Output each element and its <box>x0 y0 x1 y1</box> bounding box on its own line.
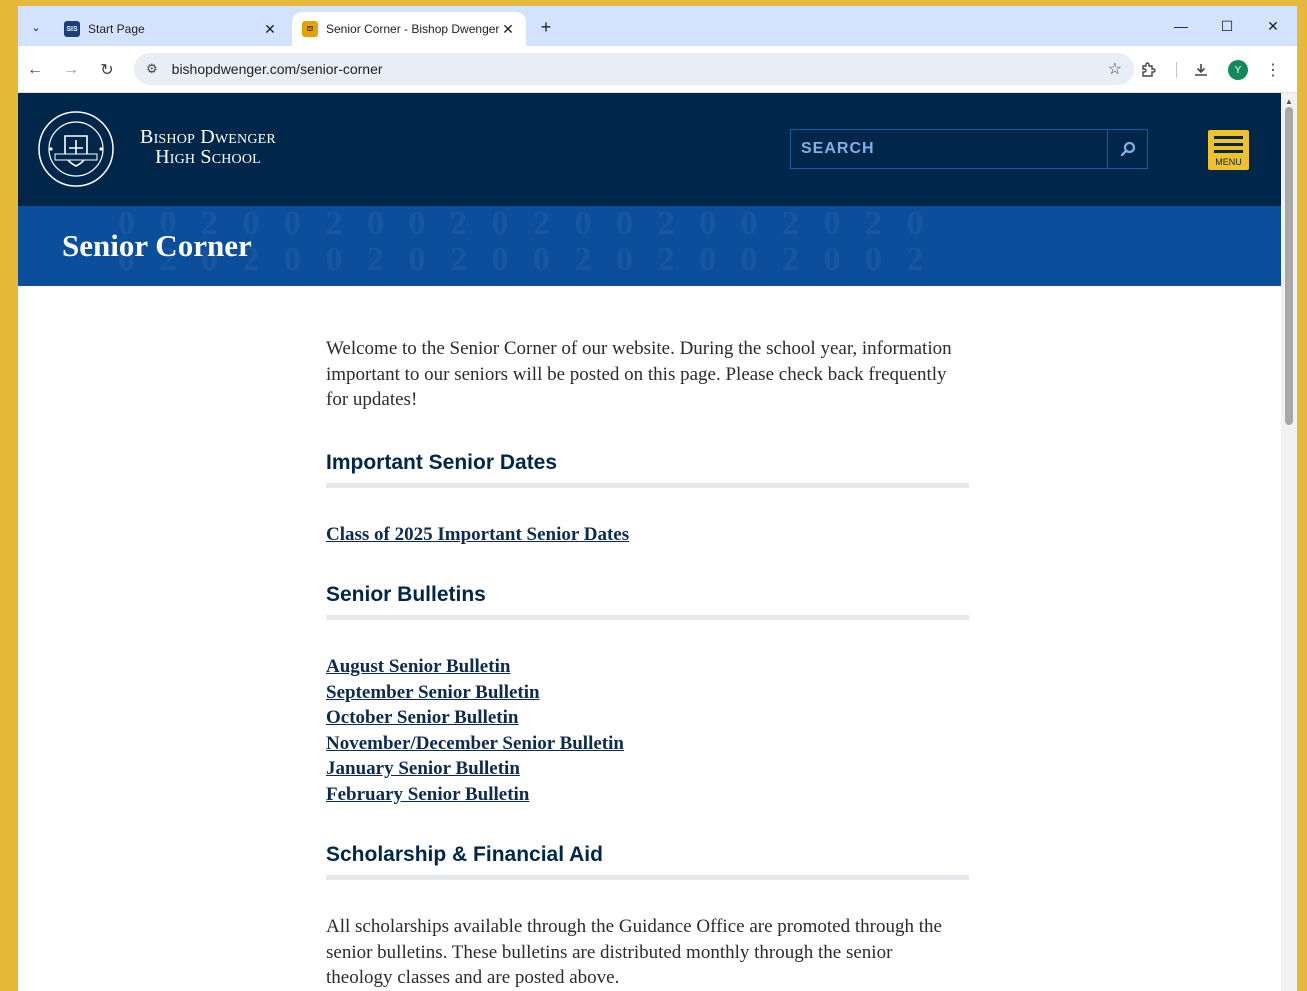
section-heading-important-dates: Important Senior Dates <box>326 451 969 488</box>
back-arrow-icon[interactable]: ← <box>22 57 48 83</box>
section-heading-senior-bulletins: Senior Bulletins <box>326 583 969 620</box>
tab-close-icon[interactable]: ✕ <box>500 21 516 38</box>
page-viewport: Bishop Dwenger High School MENU <box>18 93 1281 991</box>
scholarship-paragraph: All scholarships available through the G… <box>326 916 942 988</box>
intro-paragraph: Welcome to the Senior Corner of our webs… <box>326 338 952 410</box>
profile-avatar[interactable]: Y <box>1228 60 1248 80</box>
tab-close-icon[interactable]: ✕ <box>262 21 278 38</box>
bookmark-star-icon[interactable]: ☆ <box>1108 59 1122 79</box>
new-tab-button[interactable]: + <box>534 15 558 39</box>
minimize-button[interactable]: — <box>1166 14 1196 38</box>
extensions-puzzle-icon[interactable] <box>1135 57 1161 83</box>
tab-strip: ⌄ SIS Start Page ✕ ⛫ Senior Corner - Bis… <box>18 6 1297 46</box>
school-name-line2: High School <box>155 146 261 168</box>
page-scrollbar[interactable]: ▲ <box>1281 93 1297 991</box>
browser-toolbar: ← → ↻ ⚙ bishopdwenger.com/senior-corner … <box>18 46 1297 93</box>
tab-start-page[interactable]: SIS Start Page ✕ <box>54 12 288 46</box>
school-name-line1: Bishop Dwenger <box>140 126 276 148</box>
url-text[interactable]: bishopdwenger.com/senior-corner <box>172 61 1108 77</box>
bulletin-list: August Senior Bulletin September Senior … <box>326 654 970 807</box>
tab-title: Senior Corner - Bishop Dwenger <box>326 22 500 36</box>
search-button[interactable] <box>1107 130 1147 168</box>
school-name[interactable]: Bishop Dwenger High School <box>126 127 290 167</box>
hamburger-icon <box>1214 142 1243 146</box>
hamburger-icon <box>1214 135 1243 139</box>
scroll-up-arrow-icon[interactable]: ▲ <box>1285 97 1293 106</box>
address-bar[interactable]: ⚙ bishopdwenger.com/senior-corner ☆ <box>134 53 1134 85</box>
scrollbar-thumb[interactable] <box>1285 107 1293 425</box>
link-class-of-2025-dates[interactable]: Class of 2025 Important Senior Dates <box>326 522 629 548</box>
banner-decorative-pattern: 0 0 2 0 0 2 0 0 2 0 2 0 0 2 0 0 2 0 2 0 … <box>118 206 932 278</box>
link-january-bulletin[interactable]: January Senior Bulletin <box>326 756 520 782</box>
download-icon[interactable] <box>1188 57 1214 83</box>
search-icon <box>1120 141 1135 157</box>
link-september-bulletin[interactable]: September Senior Bulletin <box>326 680 540 706</box>
close-window-button[interactable]: ✕ <box>1258 14 1288 38</box>
page-title: Senior Corner <box>62 228 252 263</box>
link-october-bulletin[interactable]: October Senior Bulletin <box>326 705 518 731</box>
main-content: Welcome to the Senior Corner of our webs… <box>326 336 970 991</box>
hamburger-icon <box>1214 149 1243 153</box>
tab-search-chevron-icon[interactable]: ⌄ <box>24 15 48 39</box>
bishop-dwenger-favicon-icon: ⛫ <box>302 21 318 37</box>
link-november-december-bulletin[interactable]: November/December Senior Bulletin <box>326 731 624 757</box>
maximize-button[interactable]: ☐ <box>1212 14 1242 38</box>
toolbar-separator <box>1176 62 1177 78</box>
reload-icon[interactable]: ↻ <box>94 57 120 83</box>
site-info-icon[interactable]: ⚙ <box>146 61 158 77</box>
site-header: Bishop Dwenger High School MENU <box>18 93 1281 206</box>
search-input[interactable] <box>791 130 1107 168</box>
sis-favicon-icon: SIS <box>64 21 80 37</box>
link-august-bulletin[interactable]: August Senior Bulletin <box>326 654 510 680</box>
browser-window: ⌄ SIS Start Page ✕ ⛫ Senior Corner - Bis… <box>18 6 1297 991</box>
tab-senior-corner[interactable]: ⛫ Senior Corner - Bishop Dwenger ✕ <box>292 12 526 46</box>
menu-button[interactable]: MENU <box>1208 130 1249 170</box>
link-february-bulletin[interactable]: February Senior Bulletin <box>326 782 529 808</box>
more-menu-icon[interactable]: ⋮ <box>1260 57 1286 83</box>
tab-title: Start Page <box>88 22 145 36</box>
school-seal-icon[interactable] <box>37 110 115 188</box>
section-heading-scholarship: Scholarship & Financial Aid <box>326 843 969 880</box>
site-search <box>790 129 1148 169</box>
forward-arrow-icon[interactable]: → <box>58 57 84 83</box>
menu-label: MENU <box>1215 156 1242 167</box>
